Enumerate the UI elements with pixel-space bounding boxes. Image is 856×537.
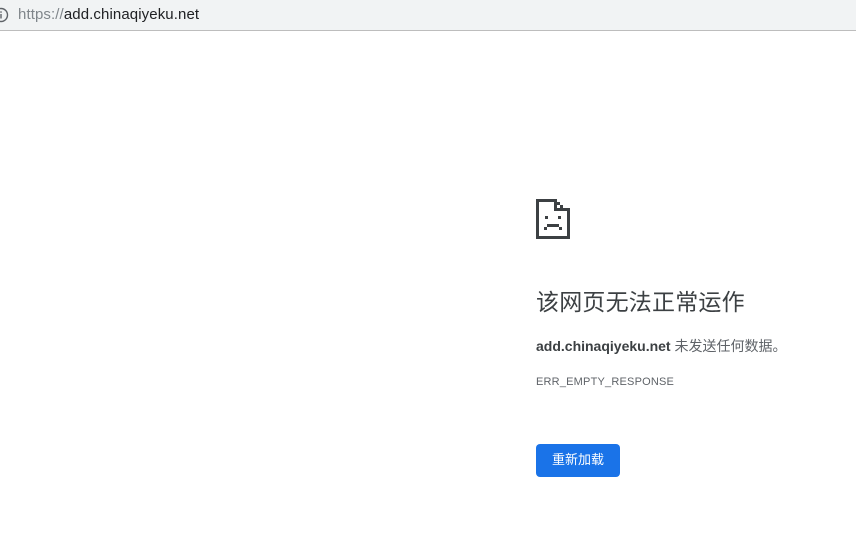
error-code: ERR_EMPTY_RESPONSE [536, 376, 675, 388]
reload-button[interactable]: 重新加载 [536, 444, 620, 477]
error-content: 该网页无法正常运作 add.chinaqiyeku.net 未发送任何数据。 E… [536, 0, 856, 537]
error-host: add.chinaqiyeku.net [536, 338, 671, 354]
error-message: add.chinaqiyeku.net 未发送任何数据。 [536, 336, 786, 356]
sad-page-icon [536, 197, 570, 241]
error-title: 该网页无法正常运作 [536, 290, 745, 316]
error-message-suffix: 未发送任何数据。 [670, 338, 787, 354]
url-scheme: https:// [18, 6, 64, 23]
url-host: add.chinaqiyeku.net [63, 6, 200, 23]
info-icon[interactable] [0, 7, 9, 23]
url-text[interactable]: https://add.chinaqiyeku.net [18, 6, 199, 24]
